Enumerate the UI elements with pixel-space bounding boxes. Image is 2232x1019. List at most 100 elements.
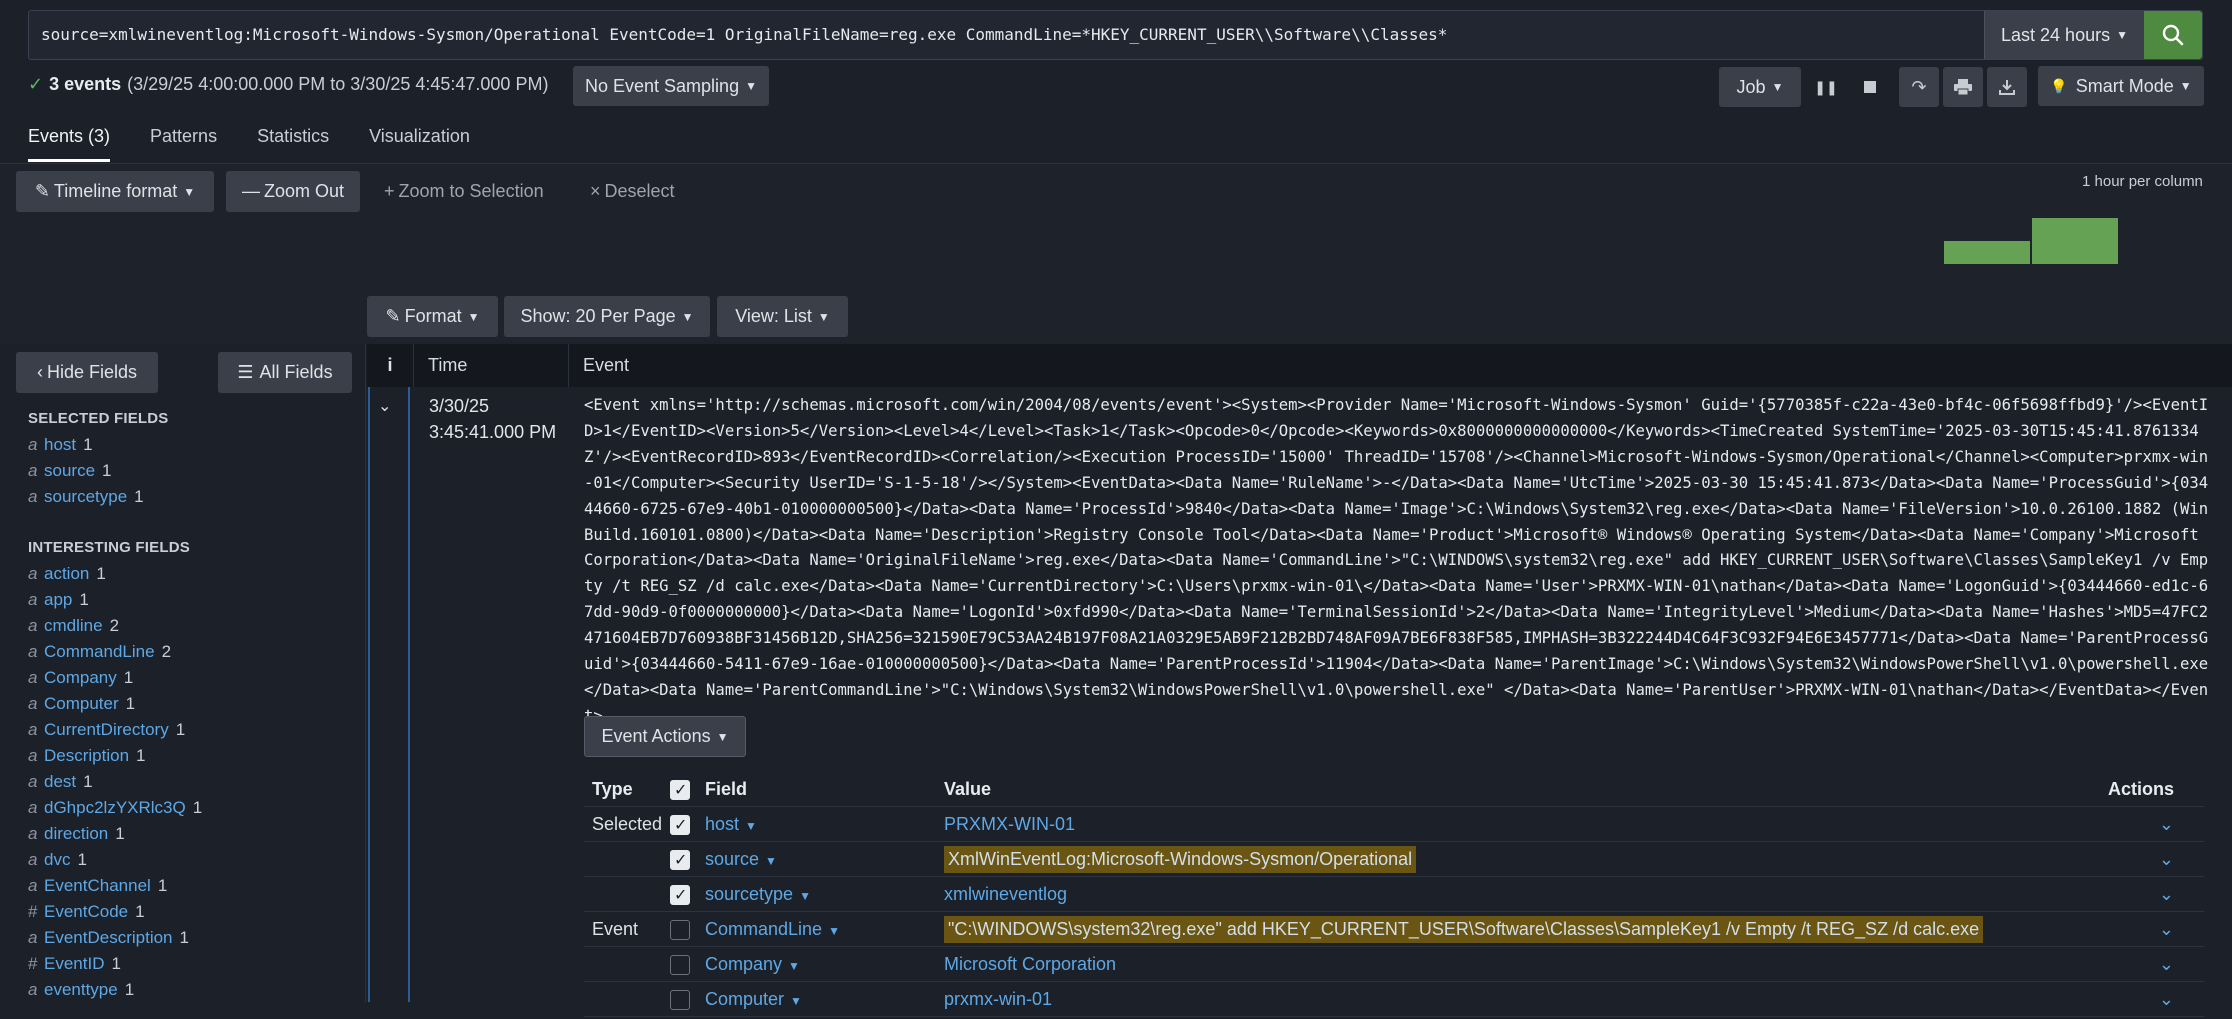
field-name[interactable]: CommandLine — [44, 642, 155, 662]
print-button[interactable] — [1943, 67, 1983, 107]
field-name[interactable]: EventDescription — [44, 928, 173, 948]
tab-patterns[interactable]: Patterns — [150, 126, 217, 162]
field-item-direction[interactable]: a direction 1 — [28, 821, 358, 847]
field-name[interactable]: Description — [44, 746, 129, 766]
field-value[interactable]: "C:\WINDOWS\system32\reg.exe" add HKEY_C… — [944, 916, 1984, 943]
select-all-checkbox[interactable] — [670, 773, 690, 808]
field-item-computer[interactable]: a Computer 1 — [28, 691, 358, 717]
field-name[interactable]: sourcetype — [44, 487, 127, 507]
field-value[interactable]: Microsoft Corporation — [944, 947, 1116, 982]
field-name-dropdown[interactable]: CommandLine ▼ — [705, 912, 840, 947]
field-checkbox[interactable] — [670, 843, 690, 878]
field-item-dghpc2lzyxrlc3q[interactable]: a dGhpc2lzYXRlc3Q 1 — [28, 795, 358, 821]
field-name[interactable]: direction — [44, 824, 108, 844]
search-button[interactable] — [2144, 11, 2202, 59]
field-item-cmdline[interactable]: a cmdline 2 — [28, 613, 358, 639]
field-item-source[interactable]: a source 1 — [28, 458, 358, 484]
field-value[interactable]: xmlwineventlog — [944, 877, 1067, 912]
all-fields-button[interactable]: ☰ All Fields — [218, 352, 352, 393]
field-item-eventcode[interactable]: # EventCode 1 — [28, 899, 358, 925]
field-value[interactable]: PRXMX-WIN-01 — [944, 807, 1075, 842]
format-dropdown[interactable]: ✎ Format ▼ — [367, 296, 498, 337]
field-name-dropdown[interactable]: source ▼ — [705, 842, 777, 877]
field-name[interactable]: dest — [44, 772, 76, 792]
field-item-dest[interactable]: a dest 1 — [28, 769, 358, 795]
chevron-down-icon[interactable]: ⌄ — [2159, 842, 2174, 877]
field-name[interactable]: Computer — [44, 694, 119, 714]
timeline-bar[interactable] — [1944, 241, 2030, 264]
field-checkbox[interactable] — [670, 920, 690, 940]
field-item-app[interactable]: a app 1 — [28, 587, 358, 613]
event-sampling-dropdown[interactable]: No Event Sampling ▼ — [573, 66, 769, 106]
field-value[interactable]: XmlWinEventLog:Microsoft-Windows-Sysmon/… — [944, 846, 1417, 873]
time-column-header[interactable]: Time — [414, 344, 569, 387]
field-checkbox[interactable] — [670, 955, 690, 975]
pause-button[interactable]: ❚❚ — [1806, 67, 1846, 107]
zoom-out-button[interactable]: — Zoom Out — [226, 171, 360, 212]
field-item-eventdescription[interactable]: a EventDescription 1 — [28, 925, 358, 951]
events-table-header: i Time Event — [367, 344, 2232, 387]
event-actions-dropdown[interactable]: Event Actions ▼ — [584, 716, 746, 757]
download-icon — [1999, 80, 2015, 95]
field-name[interactable]: EventChannel — [44, 876, 151, 896]
event-expand-column — [368, 387, 410, 1002]
field-name[interactable]: host — [44, 435, 76, 455]
timeline-format-dropdown[interactable]: ✎ Timeline format ▼ — [16, 171, 214, 212]
tab-events[interactable]: Events (3) — [28, 126, 111, 162]
share-button[interactable]: ↷ — [1899, 67, 1939, 107]
search-input[interactable]: source=xmlwineventlog:Microsoft-Windows-… — [29, 11, 1984, 59]
field-checkbox[interactable] — [670, 990, 690, 1010]
field-value[interactable]: prxmx-win-01 — [944, 982, 1052, 1017]
field-name-dropdown[interactable]: host ▼ — [705, 807, 757, 842]
field-item-eventchannel[interactable]: a EventChannel 1 — [28, 873, 358, 899]
field-item-description[interactable]: a Description 1 — [28, 743, 358, 769]
chevron-down-icon[interactable]: ⌄ — [2159, 912, 2174, 947]
field-item-currentdirectory[interactable]: a CurrentDirectory 1 — [28, 717, 358, 743]
event-count: 3 events — [49, 74, 122, 94]
chevron-down-icon[interactable]: ⌄ — [378, 396, 391, 416]
field-name-dropdown[interactable]: sourcetype ▼ — [705, 877, 811, 912]
field-name[interactable]: source — [44, 461, 95, 481]
export-button[interactable] — [1987, 67, 2027, 107]
field-name[interactable]: action — [44, 564, 89, 584]
field-item-commandline[interactable]: a CommandLine 2 — [28, 639, 358, 665]
field-name[interactable]: dGhpc2lzYXRlc3Q — [44, 798, 186, 818]
field-item-action[interactable]: a action 1 — [28, 561, 358, 587]
field-checkbox[interactable] — [670, 878, 690, 913]
string-type-icon: a — [28, 616, 38, 635]
chevron-down-icon[interactable]: ⌄ — [2159, 982, 2174, 1017]
chevron-down-icon[interactable]: ⌄ — [2159, 807, 2174, 842]
field-name[interactable]: cmdline — [44, 616, 103, 636]
per-page-dropdown[interactable]: Show: 20 Per Page ▼ — [504, 296, 710, 337]
tab-statistics[interactable]: Statistics — [257, 126, 329, 162]
field-name[interactable]: CurrentDirectory — [44, 720, 169, 740]
time-range-picker[interactable]: Last 24 hours ▼ — [1984, 11, 2144, 59]
field-name[interactable]: app — [44, 590, 72, 610]
field-checkbox[interactable] — [670, 808, 690, 843]
field-item-sourcetype[interactable]: a sourcetype 1 — [28, 484, 358, 510]
field-item-eventid[interactable]: # EventID 1 — [28, 951, 358, 977]
timeline-bar[interactable] — [2032, 218, 2118, 264]
field-item-host[interactable]: a host 1 — [28, 432, 358, 458]
search-mode-dropdown[interactable]: 💡 Smart Mode ▼ — [2038, 66, 2204, 106]
field-count: 1 — [77, 850, 87, 869]
field-name[interactable]: eventtype — [44, 980, 118, 1000]
field-name-dropdown[interactable]: Company ▼ — [705, 947, 800, 982]
field-item-company[interactable]: a Company 1 — [28, 665, 358, 691]
field-name[interactable]: Company — [44, 668, 117, 688]
field-name-dropdown[interactable]: Computer ▼ — [705, 982, 802, 1017]
field-name[interactable]: EventID — [44, 954, 104, 974]
view-dropdown[interactable]: View: List ▼ — [717, 296, 848, 337]
field-item-dvc[interactable]: a dvc 1 — [28, 847, 358, 873]
chevron-down-icon[interactable]: ⌄ — [2159, 877, 2174, 912]
field-item-eventtype[interactable]: a eventtype 1 — [28, 977, 358, 1003]
chevron-down-icon[interactable]: ⌄ — [2159, 947, 2174, 982]
deselect-button[interactable]: × Deselect — [590, 171, 675, 212]
hide-fields-button[interactable]: ‹ Hide Fields — [16, 352, 158, 393]
field-name[interactable]: dvc — [44, 850, 70, 870]
tab-visualization[interactable]: Visualization — [369, 126, 470, 162]
job-menu-button[interactable]: Job ▼ — [1719, 67, 1801, 107]
zoom-to-selection-button[interactable]: + Zoom to Selection — [384, 171, 544, 212]
field-name[interactable]: EventCode — [44, 902, 128, 922]
stop-button[interactable] — [1850, 67, 1890, 107]
